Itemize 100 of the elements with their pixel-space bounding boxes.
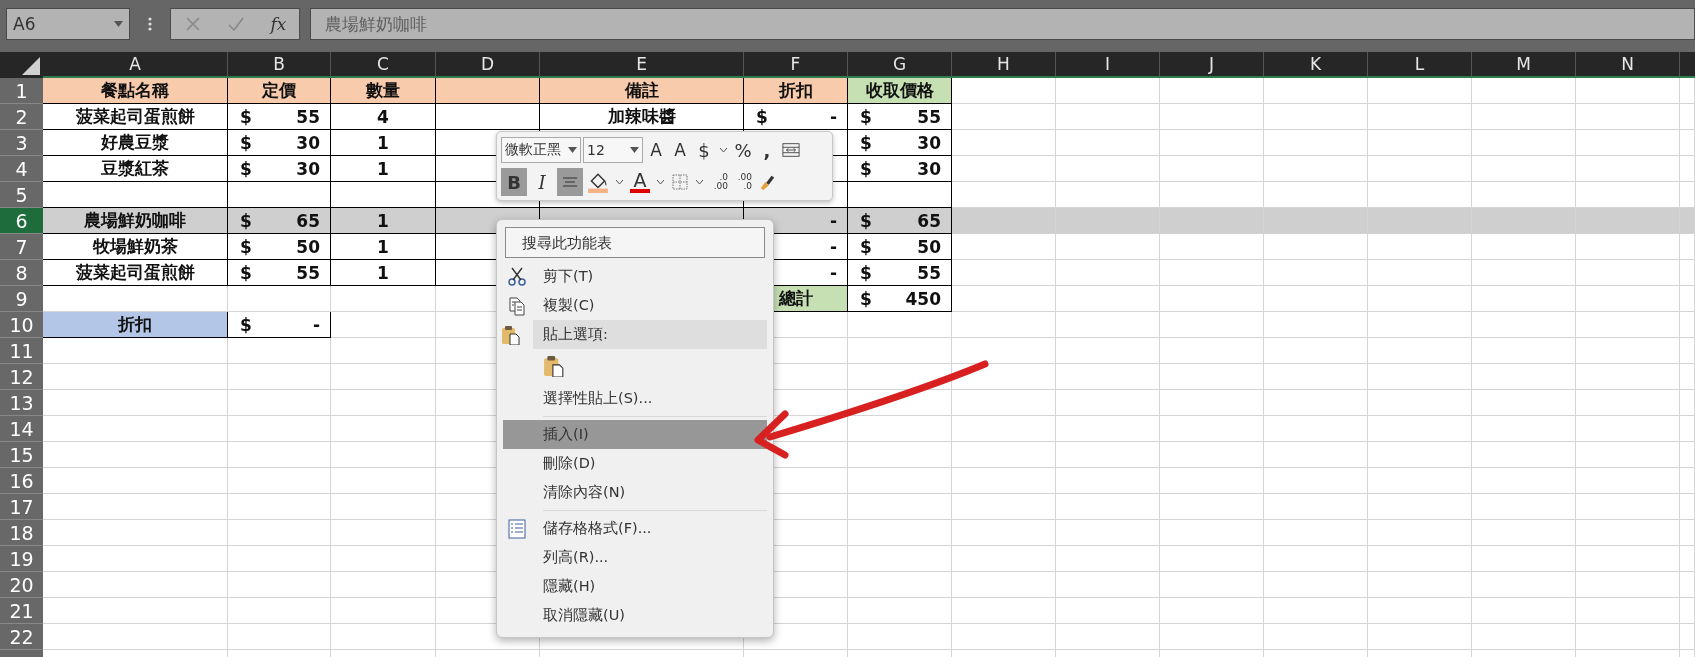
table-cell: 牧場鮮奶茶 [43,234,228,260]
table-cell: $ 30 [228,156,331,182]
column-header[interactable]: L [1368,52,1472,78]
table-cell: 菠菜起司蛋煎餅 [43,260,228,286]
table-cell [1680,468,1695,494]
table-cell [1680,546,1695,572]
list-icon [507,518,527,539]
row-header[interactable]: 16 [0,468,43,494]
table-cell: 收取價格 [848,78,952,104]
row-header[interactable]: 3 [0,130,43,156]
table-cell [1680,624,1695,650]
table-cell [1680,338,1695,364]
menu-item[interactable]: 插入(I) [503,419,767,449]
increase-font-size-button[interactable]: A [645,136,667,164]
row-header[interactable]: 20 [0,572,43,598]
row-header[interactable]: 18 [0,520,43,546]
column-header[interactable]: A [43,52,228,78]
row-header[interactable]: 2 [0,104,43,130]
row-header[interactable]: 6 [0,208,43,234]
column-header[interactable]: E [540,52,744,78]
menu-item[interactable]: 取消隱藏(U) [503,600,767,630]
row-header[interactable]: 10 [0,312,43,338]
table-cell: $ 30 [848,156,952,182]
table-cell: $ 50 [228,234,331,260]
column-header[interactable]: F [744,52,848,78]
caret-icon[interactable] [695,179,704,185]
table-cell: $ 55 [848,104,952,130]
currency-button[interactable]: $ [693,136,715,164]
italic-button[interactable]: I [529,168,555,196]
search-field[interactable]: 搜尋此功能表 [505,227,765,258]
table-cell: 1 [331,130,436,156]
caret-icon[interactable] [719,147,728,153]
caret-icon[interactable] [615,179,624,185]
column-header[interactable]: D [436,52,540,78]
fill-color-icon[interactable] [587,171,609,193]
increase-decimal-button[interactable]: .0 .00 [708,168,730,196]
check-icon[interactable] [227,15,246,33]
caret-icon [630,147,639,153]
decrease-font-size-button[interactable]: A [669,136,691,164]
column-header[interactable]: I [1056,52,1160,78]
column-header[interactable]: H [952,52,1056,78]
row-header[interactable]: 9 [0,286,43,312]
row-header[interactable]: 8 [0,260,43,286]
column-header[interactable]: J [1160,52,1264,78]
font-name-field[interactable]: 微軟正黑 [501,137,581,163]
table-cell [1680,286,1695,312]
table-cell: 1 [331,234,436,260]
column-header[interactable]: K [1264,52,1368,78]
format-painter-icon[interactable] [758,173,776,191]
percent-button[interactable]: % [732,136,754,164]
column-header[interactable]: G [848,52,952,78]
column-header[interactable]: B [228,52,331,78]
paste-icon [501,325,521,346]
caret-icon [114,21,123,27]
row-header[interactable]: 4 [0,156,43,182]
comma-button[interactable]: , [756,136,778,164]
more-icon[interactable] [147,15,153,33]
font-color-button[interactable]: A [628,168,652,196]
row-header[interactable]: 7 [0,234,43,260]
menu-item[interactable]: 列高(R)... [503,542,767,572]
table-cell: $ - [228,312,331,338]
table-cell: $ 55 [228,104,331,130]
column-header[interactable] [1680,52,1695,78]
menu-item[interactable]: 儲存格格式(F)... [503,513,767,543]
row-header[interactable]: 19 [0,546,43,572]
row-header[interactable]: 14 [0,416,43,442]
name-box[interactable]: A6 [6,8,130,40]
menu-item[interactable]: 刪除(D) [503,448,767,478]
row-header[interactable]: 1 [0,78,43,104]
row-header[interactable]: 15 [0,442,43,468]
font-size-field[interactable]: 12 [583,137,643,163]
row-header[interactable]: 21 [0,598,43,624]
table-cell: $ 65 [848,208,952,234]
row-header[interactable]: 5 [0,182,43,208]
row-header[interactable]: 11 [0,338,43,364]
paste-icon[interactable] [543,355,565,378]
column-width-icon[interactable] [782,141,800,159]
row-header[interactable]: 13 [0,390,43,416]
bold-button[interactable]: B [501,168,527,196]
column-header[interactable]: M [1472,52,1576,78]
column-header[interactable]: N [1576,52,1680,78]
row-header[interactable]: 12 [0,364,43,390]
table-cell: 折扣 [744,78,848,104]
table-cell [1680,364,1695,390]
row-header[interactable]: 17 [0,494,43,520]
table-cell: 1 [331,208,436,234]
table-cell: $ 55 [848,260,952,286]
caret-icon[interactable] [656,179,665,185]
table-cell [1680,260,1695,286]
row-header[interactable]: 22 [0,624,43,650]
menu-item[interactable]: 隱藏(H) [503,571,767,601]
select-all-icon[interactable] [22,57,40,75]
menu-item[interactable]: 清除內容(N) [503,477,767,507]
decrease-decimal-button[interactable]: .00 .0 [732,168,754,196]
insert-function-button[interactable]: fx [270,14,287,34]
column-header[interactable]: C [331,52,436,78]
menu-item[interactable]: 選擇性貼上(S)... [503,383,767,413]
table-cell: 4 [331,104,436,130]
table-cell [1680,572,1695,598]
table-cell [1680,234,1695,260]
